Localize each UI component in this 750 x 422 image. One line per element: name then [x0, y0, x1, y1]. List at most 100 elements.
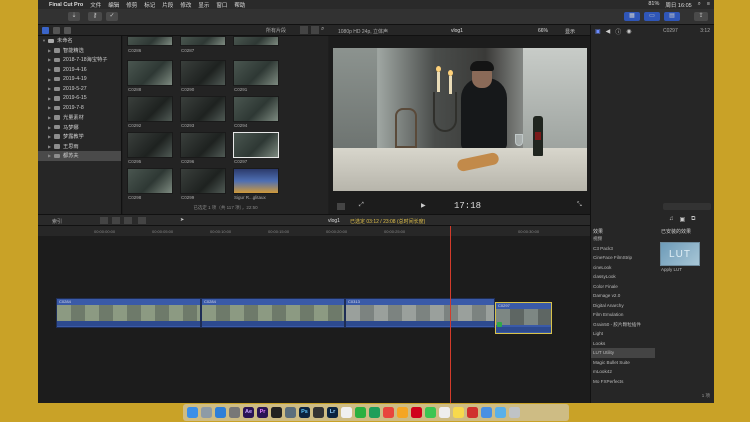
transitions-icon[interactable]: ⧉	[691, 216, 695, 223]
clip-connect-icon[interactable]	[100, 217, 108, 224]
clip-thumbnail[interactable]	[127, 60, 173, 86]
photoshop-icon[interactable]: Ps	[299, 407, 310, 418]
key-icon[interactable]: ⚷	[88, 12, 102, 21]
pdf-icon[interactable]	[467, 407, 478, 418]
view-options-icon[interactable]	[337, 203, 345, 210]
library-item[interactable]: ▶ 光量素材	[38, 113, 121, 123]
effect-category[interactable]: Film Emulation	[591, 310, 655, 320]
clip-thumbnail[interactable]	[180, 168, 226, 194]
library-item[interactable]: ▶ 梦露教学	[38, 132, 121, 142]
playhead[interactable]	[450, 226, 451, 403]
safari-icon[interactable]	[215, 407, 226, 418]
clip-thumbnail[interactable]	[127, 132, 173, 158]
timeline-clip[interactable]: C0284	[56, 298, 201, 328]
clip-thumbnail[interactable]	[233, 96, 279, 122]
menu-view[interactable]: 显示	[198, 1, 209, 9]
effect-category[interactable]: Mo FXPerfects	[591, 377, 655, 387]
menu-trim[interactable]: 修剪	[126, 1, 137, 9]
library-item[interactable]: ▶ 2018-7-18海宝特子	[38, 55, 121, 65]
library-item[interactable]: ▶ 智能精选	[38, 46, 121, 56]
stocks-icon[interactable]	[313, 407, 324, 418]
import-icon[interactable]: ⇣	[68, 12, 80, 21]
library-item[interactable]: ▶ 王思雨	[38, 142, 121, 152]
browser-toggle-icon[interactable]: ▦	[624, 12, 640, 21]
transform-icon[interactable]: ⤢	[359, 202, 364, 209]
qq-icon[interactable]	[341, 407, 352, 418]
effect-category[interactable]: Looks	[591, 339, 655, 349]
charts-icon[interactable]	[481, 407, 492, 418]
effect-category[interactable]: CineFace FilmStrip	[591, 253, 655, 263]
search-icon[interactable]: ⌕	[321, 26, 324, 33]
clip-insert-icon[interactable]	[112, 217, 120, 224]
effect-category-selected[interactable]: LUT Utility	[591, 348, 655, 358]
davinci-icon[interactable]	[285, 407, 296, 418]
finder-icon[interactable]	[187, 407, 198, 418]
effect-category[interactable]: C3 Pack3	[591, 244, 655, 254]
menu-clip[interactable]: 片段	[162, 1, 173, 9]
battery-percent[interactable]: 81%	[648, 1, 659, 9]
app-menu[interactable]: Final Cut Pro	[49, 2, 83, 8]
messages-icon[interactable]	[425, 407, 436, 418]
clip-thumbnail[interactable]	[180, 60, 226, 86]
apply-lut-effect-tile[interactable]: LUT	[660, 242, 700, 266]
video-inspector-icon[interactable]: ▣	[595, 28, 601, 35]
timeline[interactable]: C0284 C0284 C0313 C0297	[38, 236, 590, 403]
display-menu[interactable]: 显示	[565, 28, 575, 35]
effect-category[interactable]: Magic Bullet Suite	[591, 358, 655, 368]
timeline-clip-selected[interactable]: C0297	[495, 302, 552, 334]
library-item[interactable]: ▶ 2019-6-15	[38, 94, 121, 104]
final-cut-icon[interactable]	[271, 407, 282, 418]
netease-icon[interactable]	[411, 407, 422, 418]
library-item[interactable]: ▶ 2019-4-16	[38, 65, 121, 75]
trash-icon[interactable]	[509, 407, 520, 418]
zoom-level[interactable]: 66%	[538, 28, 548, 34]
clip-thumbnail-selected[interactable]	[233, 132, 279, 158]
menu-file[interactable]: 文件	[90, 1, 101, 9]
library-item[interactable]: ▶ 2019-4-19	[38, 74, 121, 84]
installed-effects-dropdown[interactable]: 已安装的效果	[661, 228, 691, 235]
timeline-clip[interactable]: C0313	[345, 298, 495, 328]
library-item-selected[interactable]: ▶ 都苏夫	[38, 151, 121, 161]
sheets-icon[interactable]	[369, 407, 380, 418]
effect-category[interactable]: Color Finale	[591, 282, 655, 292]
photos-icon[interactable]	[53, 27, 60, 34]
timeline-ruler[interactable]: 00:00:00:00 00:00:05:00 00:00:10:00 00:0…	[38, 226, 590, 236]
clip-filter-dropdown[interactable]: 所有片段	[266, 27, 286, 34]
weibo-icon[interactable]	[397, 407, 408, 418]
audio-clip-thumbnail[interactable]	[233, 168, 279, 194]
effect-category[interactable]: Digital Anarchy	[591, 301, 655, 311]
clip-thumbnail[interactable]	[180, 96, 226, 122]
video-frame[interactable]	[333, 48, 587, 191]
info-inspector-icon[interactable]: ⓘ	[615, 27, 621, 36]
clip-thumbnail[interactable]	[127, 168, 173, 194]
effect-category[interactable]: Grain50 - 胶片颗粒插件	[591, 320, 655, 330]
notes-icon[interactable]	[453, 407, 464, 418]
fullscreen-icon[interactable]: ⤡	[577, 202, 582, 209]
select-tool-icon[interactable]: ➤	[180, 217, 184, 223]
effects-icon[interactable]: ▣	[680, 216, 686, 223]
effect-category[interactable]: 视频	[591, 234, 655, 244]
timeline-clip[interactable]: C0284	[201, 298, 345, 328]
effect-category[interactable]: Damage v2.0	[591, 291, 655, 301]
browser-settings-icon[interactable]	[311, 26, 319, 34]
clip-thumbnail[interactable]	[127, 36, 173, 46]
headphones-icon[interactable]: ♫	[669, 216, 674, 223]
lightroom-icon[interactable]: Lr	[327, 407, 338, 418]
library-item[interactable]: ▶ 2019-5-27	[38, 84, 121, 94]
timeline-toggle-icon[interactable]: ▭	[644, 12, 660, 21]
clock[interactable]: 周日 16:05	[665, 1, 691, 9]
menu-list-icon[interactable]: ≡	[707, 1, 710, 9]
clip-thumbnail[interactable]	[233, 60, 279, 86]
library-item[interactable]: ▶ 马梦娜	[38, 122, 121, 132]
menu-mark[interactable]: 标记	[144, 1, 155, 9]
effect-category[interactable]: cineLook	[591, 263, 655, 273]
menu-window[interactable]: 窗口	[216, 1, 227, 9]
menu-edit[interactable]: 编辑	[108, 1, 119, 9]
launchpad-icon[interactable]	[201, 407, 212, 418]
index-button[interactable]: 索引	[52, 218, 62, 225]
clip-thumbnail[interactable]	[180, 36, 226, 46]
menu-help[interactable]: 帮助	[234, 1, 245, 9]
share-inspector-icon[interactable]: ◉	[626, 28, 631, 35]
music-icon[interactable]	[383, 407, 394, 418]
library-root[interactable]: ▼ 未命名	[38, 36, 121, 46]
